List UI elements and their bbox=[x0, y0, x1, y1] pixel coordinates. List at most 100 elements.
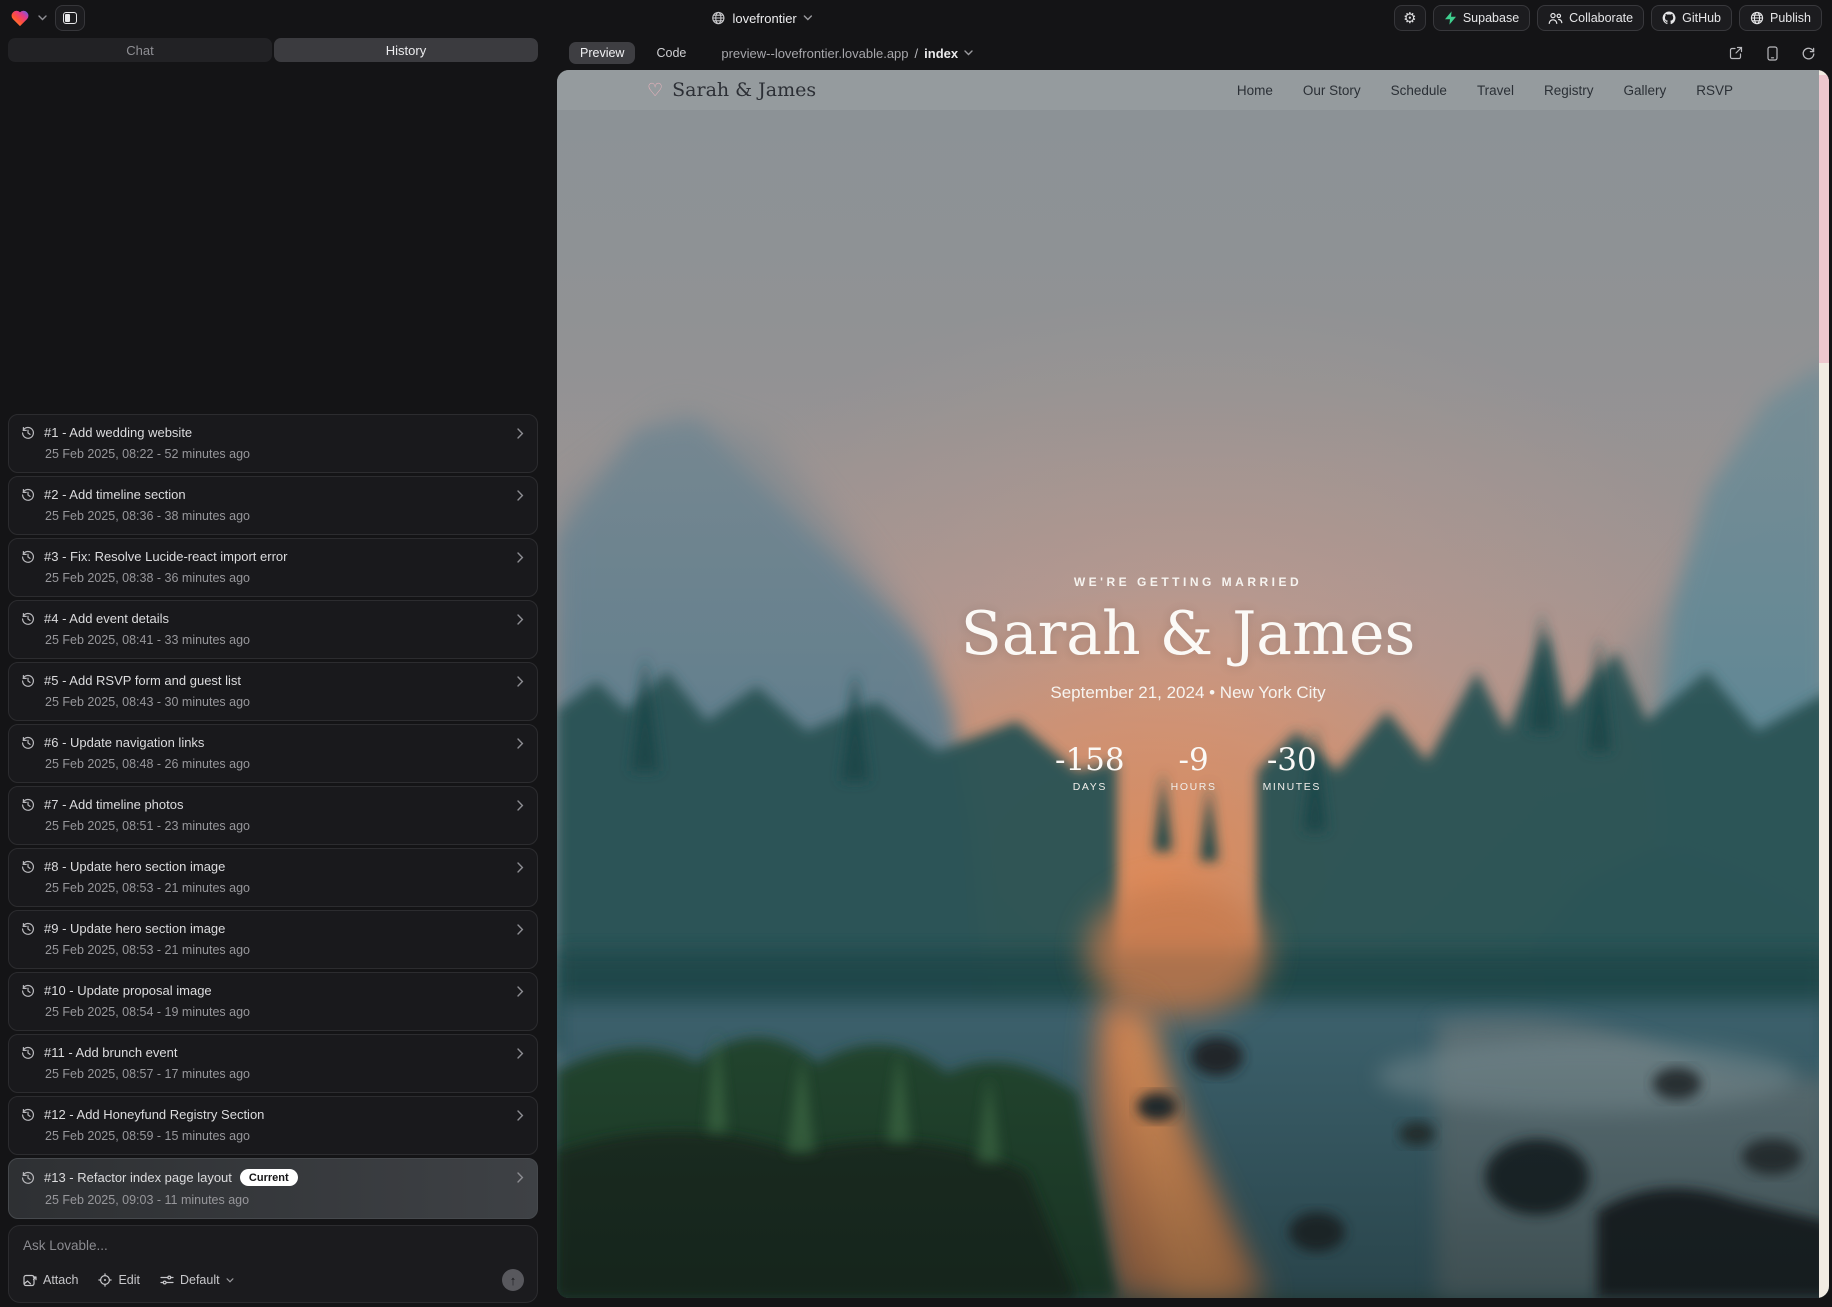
history-item-timestamp: 25 Feb 2025, 08:22 - 52 minutes ago bbox=[45, 447, 525, 461]
preview-pane: Preview Code preview--lovefrontier.lovab… bbox=[546, 36, 1832, 1307]
collaborate-people-icon bbox=[1548, 12, 1563, 25]
history-item-timestamp: 25 Feb 2025, 08:59 - 15 minutes ago bbox=[45, 1129, 525, 1143]
tab-preview[interactable]: Preview bbox=[569, 42, 635, 64]
site-scrollbar-track[interactable] bbox=[1819, 70, 1829, 1298]
countdown-label: HOURS bbox=[1171, 781, 1217, 793]
project-switcher[interactable]: lovefrontier bbox=[711, 11, 812, 26]
prompt-input[interactable]: Ask Lovable... bbox=[23, 1238, 524, 1253]
publish-globe-icon bbox=[1750, 11, 1764, 25]
globe-icon bbox=[711, 11, 725, 25]
publish-button[interactable]: Publish bbox=[1739, 5, 1822, 31]
edit-target-icon bbox=[98, 1273, 112, 1287]
site-header: ♡ Sarah & James Home Our Story Schedule … bbox=[557, 70, 1829, 110]
history-item[interactable]: #4 - Add event details 25 Feb 2025, 08:4… bbox=[8, 600, 538, 659]
history-item[interactable]: #11 - Add brunch event 25 Feb 2025, 08:5… bbox=[8, 1034, 538, 1093]
project-name: lovefrontier bbox=[732, 11, 796, 26]
chevron-right-icon bbox=[517, 1048, 524, 1059]
history-clock-icon bbox=[21, 798, 35, 812]
history-item-timestamp: 25 Feb 2025, 08:57 - 17 minutes ago bbox=[45, 1067, 525, 1081]
history-item-title: #9 - Update hero section image bbox=[44, 921, 225, 936]
site-nav-link[interactable]: Home bbox=[1237, 83, 1273, 98]
mobile-view-button[interactable] bbox=[1767, 46, 1778, 61]
history-item-timestamp: 25 Feb 2025, 08:43 - 30 minutes ago bbox=[45, 695, 525, 709]
history-clock-icon bbox=[21, 612, 35, 626]
chevron-right-icon bbox=[517, 552, 524, 563]
collaborate-button[interactable]: Collaborate bbox=[1537, 5, 1644, 31]
site-nav-link[interactable]: RSVP bbox=[1696, 83, 1733, 98]
mode-chevron-down-icon bbox=[226, 1278, 234, 1283]
preview-url[interactable]: preview--lovefrontier.lovable.app / inde… bbox=[721, 46, 973, 61]
history-item[interactable]: #13 - Refactor index page layout Current… bbox=[8, 1158, 538, 1219]
workspace-chevron-down-icon[interactable] bbox=[38, 15, 47, 21]
hero-date-line: September 21, 2024 • New York City bbox=[557, 683, 1819, 703]
prompt-composer[interactable]: Ask Lovable... Attach Edit Default bbox=[8, 1225, 538, 1303]
attach-button[interactable]: Attach bbox=[23, 1273, 78, 1287]
preview-page-name: index bbox=[924, 46, 958, 61]
history-item[interactable]: #3 - Fix: Resolve Lucide-react import er… bbox=[8, 538, 538, 597]
history-item[interactable]: #2 - Add timeline section 25 Feb 2025, 0… bbox=[8, 476, 538, 535]
countdown: -158 DAYS -9 HOURS -30 MINUTES bbox=[557, 745, 1819, 793]
app-window: lovefrontier ⚙ Supabase Collaborate GitH… bbox=[0, 0, 1832, 1307]
history-item[interactable]: #8 - Update hero section image 25 Feb 20… bbox=[8, 848, 538, 907]
sidebar-toggle-button[interactable] bbox=[55, 5, 85, 31]
site-brand[interactable]: ♡ Sarah & James bbox=[647, 79, 816, 101]
settings-button[interactable]: ⚙ bbox=[1394, 5, 1426, 31]
history-list: #1 - Add wedding website 25 Feb 2025, 08… bbox=[8, 414, 538, 1219]
site-nav-link[interactable]: Registry bbox=[1544, 83, 1594, 98]
history-item[interactable]: #9 - Update hero section image 25 Feb 20… bbox=[8, 910, 538, 969]
site-nav-link[interactable]: Gallery bbox=[1623, 83, 1666, 98]
heart-outline-icon: ♡ bbox=[647, 81, 663, 99]
tab-history[interactable]: History bbox=[274, 38, 538, 62]
history-item-title: #7 - Add timeline photos bbox=[44, 797, 183, 812]
countdown-unit: -30 MINUTES bbox=[1263, 745, 1321, 793]
countdown-unit: -158 DAYS bbox=[1055, 745, 1125, 793]
site-nav: Home Our Story Schedule Travel Registry … bbox=[1237, 83, 1733, 98]
chevron-right-icon bbox=[517, 614, 524, 625]
history-clock-icon bbox=[21, 860, 35, 874]
tab-code[interactable]: Code bbox=[645, 42, 697, 64]
site-nav-link[interactable]: Schedule bbox=[1391, 83, 1447, 98]
history-item-timestamp: 25 Feb 2025, 09:03 - 11 minutes ago bbox=[45, 1193, 525, 1207]
history-item[interactable]: #6 - Update navigation links 25 Feb 2025… bbox=[8, 724, 538, 783]
current-badge: Current bbox=[240, 1169, 298, 1186]
site-nav-link[interactable]: Our Story bbox=[1303, 83, 1361, 98]
mode-select[interactable]: Default bbox=[160, 1273, 234, 1287]
history-item[interactable]: #10 - Update proposal image 25 Feb 2025,… bbox=[8, 972, 538, 1031]
supabase-button[interactable]: Supabase bbox=[1433, 5, 1530, 31]
chat-history-sidebar: Chat History #1 - Add wedding website bbox=[0, 36, 546, 1307]
chevron-right-icon bbox=[517, 490, 524, 501]
history-clock-icon bbox=[21, 488, 35, 502]
github-button[interactable]: GitHub bbox=[1651, 5, 1732, 31]
history-item[interactable]: #7 - Add timeline photos 25 Feb 2025, 08… bbox=[8, 786, 538, 845]
site-scrollbar-thumb[interactable] bbox=[1819, 75, 1829, 363]
history-item-timestamp: 25 Feb 2025, 08:41 - 33 minutes ago bbox=[45, 633, 525, 647]
history-clock-icon bbox=[21, 1108, 35, 1122]
open-in-new-tab-button[interactable] bbox=[1729, 46, 1743, 60]
countdown-unit: -9 HOURS bbox=[1171, 745, 1217, 793]
send-button[interactable]: ↑ bbox=[502, 1269, 524, 1291]
history-item-title: #11 - Add brunch event bbox=[44, 1045, 177, 1060]
chevron-right-icon bbox=[517, 1110, 524, 1121]
site-nav-link[interactable]: Travel bbox=[1477, 83, 1514, 98]
refresh-button[interactable] bbox=[1802, 47, 1815, 60]
lovable-logo-icon[interactable] bbox=[10, 9, 30, 27]
countdown-value: -30 bbox=[1263, 745, 1321, 776]
project-chevron-down-icon bbox=[804, 15, 813, 21]
chevron-right-icon bbox=[517, 862, 524, 873]
history-item[interactable]: #12 - Add Honeyfund Registry Section 25 … bbox=[8, 1096, 538, 1155]
history-item[interactable]: #1 - Add wedding website 25 Feb 2025, 08… bbox=[8, 414, 538, 473]
history-item-timestamp: 25 Feb 2025, 08:53 - 21 minutes ago bbox=[45, 943, 525, 957]
countdown-value: -9 bbox=[1171, 745, 1217, 776]
history-item-timestamp: 25 Feb 2025, 08:53 - 21 minutes ago bbox=[45, 881, 525, 895]
history-item-title: #5 - Add RSVP form and guest list bbox=[44, 673, 241, 688]
history-clock-icon bbox=[21, 426, 35, 440]
chevron-right-icon bbox=[517, 924, 524, 935]
countdown-label: DAYS bbox=[1055, 781, 1125, 793]
tab-chat[interactable]: Chat bbox=[8, 38, 272, 62]
hero-section: WE'RE GETTING MARRIED Sarah & James Sept… bbox=[557, 575, 1819, 793]
edit-mode-button[interactable]: Edit bbox=[98, 1273, 140, 1287]
history-item[interactable]: #5 - Add RSVP form and guest list 25 Feb… bbox=[8, 662, 538, 721]
website-preview[interactable]: ♡ Sarah & James Home Our Story Schedule … bbox=[557, 70, 1829, 1298]
history-clock-icon bbox=[21, 984, 35, 998]
countdown-value: -158 bbox=[1055, 745, 1125, 776]
